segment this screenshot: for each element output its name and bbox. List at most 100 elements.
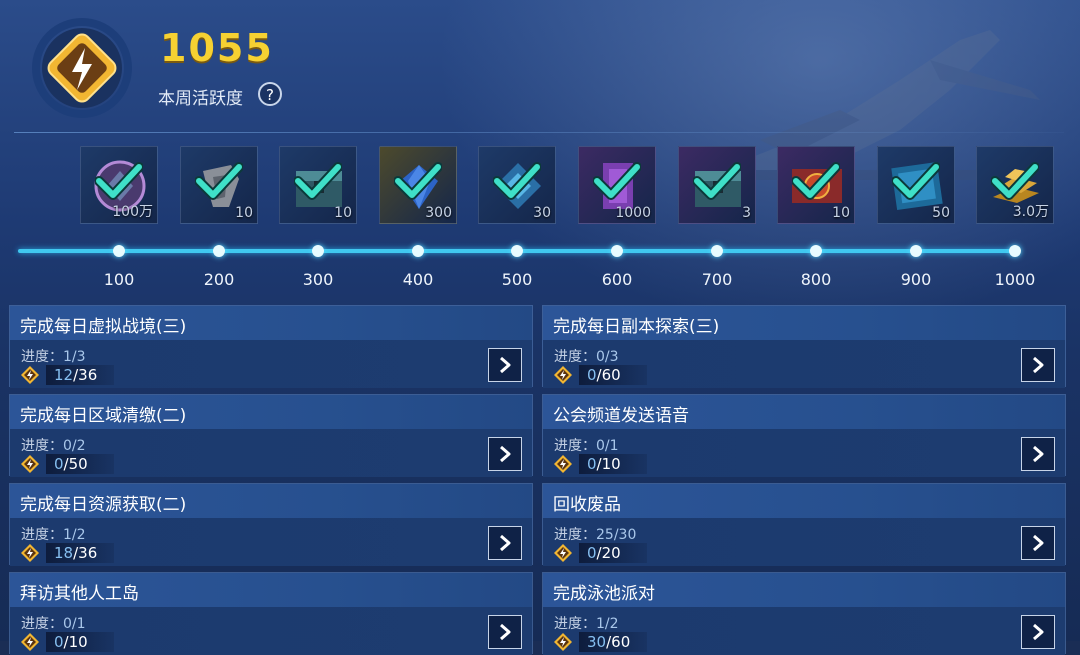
- task-points-current: 0: [587, 366, 597, 384]
- reward-box[interactable]: 1000: [578, 146, 656, 224]
- task-card: 回收废品 进度：25/30 0/20: [542, 483, 1066, 566]
- task-progress-label: 进度：: [21, 438, 63, 454]
- milestone-label: 900: [900, 270, 932, 289]
- task-points: 12/36: [46, 365, 114, 385]
- task-header: [543, 484, 1065, 518]
- task-card: 完成每日虚拟战境(三) 进度：1/3 12/36: [9, 305, 533, 388]
- go-to-task-button[interactable]: [488, 526, 522, 560]
- claimed-check-icon: [593, 162, 641, 200]
- task-points: 0/10: [579, 454, 647, 474]
- reward-box[interactable]: 3: [678, 146, 756, 224]
- task-progress-label: 进度：: [554, 527, 596, 543]
- go-to-task-button[interactable]: [488, 348, 522, 382]
- milestone-label: 700: [701, 270, 733, 289]
- task-progress-label: 进度：: [554, 438, 596, 454]
- task-points-max: /36: [73, 366, 98, 384]
- task-points-current: 0: [587, 455, 597, 473]
- task-progress: 进度：1/3: [21, 346, 86, 366]
- task-progress: 进度：0/1: [21, 613, 86, 633]
- go-to-task-button[interactable]: [488, 615, 522, 649]
- chevron-right-icon: [500, 623, 511, 641]
- milestone-node: [810, 245, 822, 257]
- task-points-current: 0: [587, 544, 597, 562]
- task-points: 0/20: [579, 543, 647, 563]
- claimed-check-icon: [394, 162, 442, 200]
- go-to-task-button[interactable]: [1021, 437, 1055, 471]
- claimed-check-icon: [991, 162, 1039, 200]
- task-points-max: /10: [63, 633, 88, 651]
- task-points-max: /36: [73, 544, 98, 562]
- task-points-max: /60: [606, 633, 631, 651]
- milestone-label: 800: [800, 270, 832, 289]
- task-progress-label: 进度：: [21, 349, 63, 365]
- reward-box[interactable]: 50: [877, 146, 955, 224]
- go-to-task-button[interactable]: [488, 437, 522, 471]
- claimed-check-icon: [792, 162, 840, 200]
- milestone-node: [213, 245, 225, 257]
- task-card: 完成每日资源获取(二) 进度：1/2 18/36: [9, 483, 533, 566]
- task-progress: 进度：1/2: [554, 613, 619, 633]
- milestone-label: 500: [501, 270, 533, 289]
- task-points-max: /10: [596, 455, 621, 473]
- task-title: 拜访其他人工岛: [20, 584, 139, 604]
- task-points-current: 12: [54, 366, 74, 384]
- task-points-max: /60: [596, 366, 621, 384]
- activity-points-icon: [21, 633, 39, 651]
- milestone-node: [412, 245, 424, 257]
- task-title: 完成泳池派对: [553, 584, 655, 604]
- go-to-task-button[interactable]: [1021, 615, 1055, 649]
- milestone-label: 600: [601, 270, 633, 289]
- task-points-max: /50: [63, 455, 88, 473]
- chevron-right-icon: [500, 445, 511, 463]
- task-title: 公会频道发送语音: [553, 406, 689, 426]
- help-button[interactable]: ?: [258, 82, 282, 106]
- task-progress: 进度：25/30: [554, 524, 636, 544]
- reward-quantity: 30: [533, 205, 551, 221]
- milestone-node: [611, 245, 623, 257]
- reward-box[interactable]: 10: [279, 146, 357, 224]
- task-title: 完成每日资源获取(二): [20, 495, 187, 515]
- task-progress: 进度：0/3: [554, 346, 619, 366]
- chevron-right-icon: [1033, 356, 1044, 374]
- claimed-check-icon: [195, 162, 243, 200]
- task-points: 18/36: [46, 543, 114, 563]
- activity-points-icon: [21, 544, 39, 562]
- task-points-current: 0: [54, 633, 64, 651]
- header-divider: [14, 132, 1064, 133]
- chevron-right-icon: [1033, 534, 1044, 552]
- reward-quantity: 3: [742, 205, 751, 221]
- task-progress-label: 进度：: [21, 616, 63, 632]
- task-progress-value: 1/2: [63, 527, 86, 543]
- reward-box[interactable]: 3.0万: [976, 146, 1054, 224]
- activity-points-icon: [554, 455, 572, 473]
- go-to-task-button[interactable]: [1021, 348, 1055, 382]
- reward-box[interactable]: 10: [180, 146, 258, 224]
- task-card: 完成每日区域清缴(二) 进度：0/2 0/50: [9, 394, 533, 477]
- activity-points-icon: [21, 455, 39, 473]
- reward-box[interactable]: 100万: [80, 146, 158, 224]
- task-progress: 进度：1/2: [21, 524, 86, 544]
- reward-quantity: 300: [425, 205, 452, 221]
- reward-quantity: 10: [832, 205, 850, 221]
- task-card: 拜访其他人工岛 进度：0/1 0/10: [9, 572, 533, 655]
- reward-quantity: 3.0万: [1012, 204, 1049, 220]
- activity-points-icon: [554, 544, 572, 562]
- reward-box[interactable]: 300: [379, 146, 457, 224]
- milestone-node: [511, 245, 523, 257]
- milestone-label: 200: [203, 270, 235, 289]
- go-to-task-button[interactable]: [1021, 526, 1055, 560]
- task-card: 完成每日副本探索(三) 进度：0/3 0/60: [542, 305, 1066, 388]
- task-progress-value: 0/3: [596, 349, 619, 365]
- milestone-label: 1000: [994, 270, 1036, 289]
- activity-points-icon: [554, 633, 572, 651]
- task-points-current: 0: [54, 455, 64, 473]
- task-title: 完成每日副本探索(三): [553, 317, 720, 337]
- reward-box[interactable]: 30: [478, 146, 556, 224]
- reward-box[interactable]: 10: [777, 146, 855, 224]
- task-title: 完成每日虚拟战境(三): [20, 317, 187, 337]
- milestone-label: 100: [103, 270, 135, 289]
- chevron-right-icon: [1033, 445, 1044, 463]
- reward-quantity: 10: [235, 205, 253, 221]
- milestone-node: [113, 245, 125, 257]
- task-progress: 进度：0/2: [21, 435, 86, 455]
